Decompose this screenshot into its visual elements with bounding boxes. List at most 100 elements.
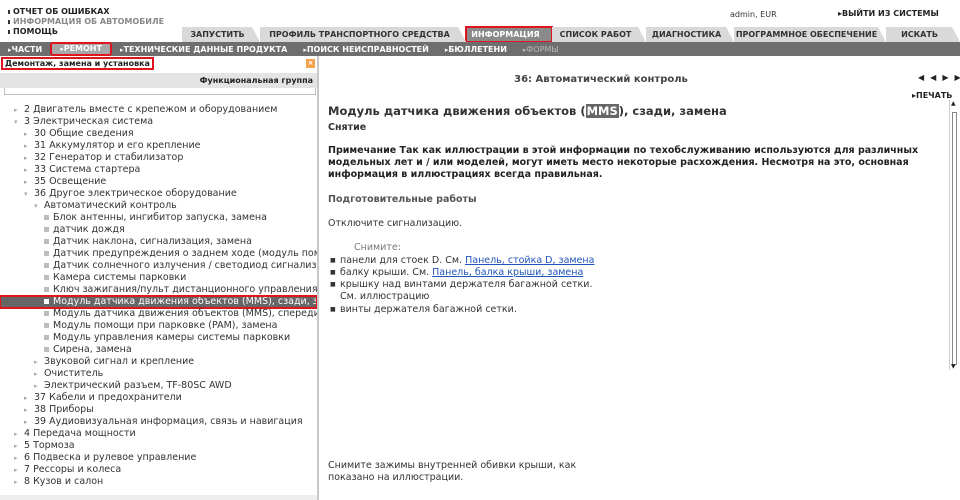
content-panel: 36: Автоматический контроль Модуль датчи… (321, 56, 947, 500)
tree-node[interactable]: ▸ 39 Аудиовизуальная информация, связь и … (0, 416, 317, 428)
expand-icon[interactable]: ▸ (24, 128, 32, 140)
tree-leaf[interactable]: Ключ зажигания/пульт дистанционного упра… (0, 284, 317, 296)
tree-leaf[interactable]: Датчик предупреждения о заднем ходе (мод… (0, 248, 317, 260)
tree-leaf-selected[interactable]: Модуль датчика движения объектов (MMS), … (0, 295, 317, 309)
tree-node[interactable]: ▸ 33 Система стартера (0, 164, 317, 176)
tree-leaf[interactable]: Модуль помощи при парковке (PAM), замена (0, 320, 317, 332)
document-icon (44, 335, 49, 340)
scroll-up-icon[interactable]: ▲ (951, 100, 956, 107)
tree-node[interactable]: ▾ Автоматический контроль (0, 200, 317, 212)
document-icon (44, 239, 49, 244)
tree-node[interactable]: ▸ Очиститель (0, 368, 317, 380)
expand-icon[interactable]: ▸ (34, 356, 42, 368)
list-item: панели для стоек D. См. Панель, стойка D… (328, 255, 943, 267)
vehicle-info-link[interactable]: ИНФОРМАЦИЯ ОБ АВТОМОБИЛЕ (8, 17, 164, 27)
tree-leaf[interactable]: Блок антенны, ингибитор запуска, замена (0, 212, 317, 224)
subnav-bulletins[interactable]: БЮЛЛЕТЕНИ (437, 45, 515, 54)
tree-leaf[interactable]: Сирена, замена (0, 344, 317, 356)
next-icon[interactable]: ▶▶ (942, 73, 960, 82)
tree-node[interactable]: ▾ 36 Другое электрическое оборудование (0, 188, 317, 200)
bottom-instruction: Снимите зажимы внутренней обивки крыши, … (328, 460, 577, 483)
link-roof-beam-panel[interactable]: Панель, балка крыши, замена (432, 267, 583, 278)
tree-node[interactable]: ▸ Электрический разъем, TF-80SC AWD (0, 380, 317, 392)
tab-information[interactable]: ИНФОРМАЦИЯ (465, 26, 553, 43)
prep-title: Подготовительные работы (328, 194, 477, 205)
group-select-box[interactable] (4, 88, 316, 95)
document-icon (44, 299, 49, 304)
expand-icon[interactable]: ▸ (34, 380, 42, 392)
tree-node[interactable]: ▸ 6 Подвеска и рулевое управление (0, 452, 317, 464)
tab-vehicle-profile[interactable]: ПРОФИЛЬ ТРАНСПОРТНОГО СРЕДСТВА (260, 27, 466, 42)
tab-job-list[interactable]: СПИСОК РАБОТ (552, 27, 646, 42)
tree-node[interactable]: ▸ 30 Общие сведения (0, 128, 317, 140)
expand-icon[interactable]: ▸ (14, 476, 22, 488)
subnav-troubleshooting[interactable]: ПОИСК НЕИСПРАВНОСТЕЙ (295, 45, 436, 54)
tree-leaf[interactable]: датчик дождя (0, 224, 317, 236)
collapse-icon[interactable]: ▾ (14, 116, 22, 128)
prev-icon[interactable]: ◀◀ (918, 73, 942, 82)
expand-icon[interactable]: ▸ (24, 176, 32, 188)
tree-node[interactable]: ▸ 5 Тормоза (0, 440, 317, 452)
logout-link[interactable]: ВЫЙТИ ИЗ СИСТЕМЫ (838, 9, 939, 18)
document-body: Модуль датчика движения объектов (MMS), … (328, 104, 943, 483)
document-icon (44, 227, 49, 232)
tree-node[interactable]: ▸ 32 Генератор и стабилизатор (0, 152, 317, 164)
expand-icon[interactable]: ▸ (24, 140, 32, 152)
document-icon (44, 275, 49, 280)
tree-node[interactable]: ▸ 7 Рессоры и колеса (0, 464, 317, 476)
expand-icon[interactable]: ▸ (24, 416, 32, 428)
tab-search[interactable]: ИСКАТЬ (886, 27, 960, 42)
close-icon[interactable]: × (306, 59, 315, 68)
expand-icon[interactable]: ▸ (14, 452, 22, 464)
document-title: Модуль датчика движения объектов (MMS), … (328, 104, 727, 118)
collapse-icon[interactable]: ▾ (24, 188, 32, 200)
tab-start[interactable]: ЗАПУСТИТЬ (182, 27, 260, 42)
list-item: винты держателя багажной сетки. (328, 304, 943, 316)
subnav-forms[interactable]: ФОРМЫ (515, 45, 566, 54)
remove-label: Снимите: (354, 242, 401, 253)
expand-icon[interactable]: ▸ (24, 152, 32, 164)
note-text: Примечание Так как иллюстрации в этой ин… (328, 145, 919, 180)
tree-node[interactable]: ▸ 38 Приборы (0, 404, 317, 416)
collapse-icon[interactable]: ▾ (34, 200, 42, 212)
see-illustration: См. иллюстрацию (340, 291, 430, 302)
tree-leaf[interactable]: Модуль датчика движения объектов (MMS), … (0, 308, 317, 320)
expand-icon[interactable]: ▸ (14, 440, 22, 452)
link-pillar-d-panel[interactable]: Панель, стойка D, замена (465, 255, 594, 266)
error-report-link[interactable]: ОТЧЕТ ОБ ОШИБКАХ (8, 7, 164, 17)
tree-node[interactable]: ▸ Звуковой сигнал и крепление (0, 356, 317, 368)
expand-icon[interactable]: ▸ (24, 164, 32, 176)
document-icon (44, 287, 49, 292)
tree-node[interactable]: ▸ 2 Двигатель вместе с крепежом и оборудо… (0, 104, 317, 116)
vertical-scrollbar[interactable]: ▲ ▼ (949, 100, 958, 370)
main-tabs: ЗАПУСТИТЬ ПРОФИЛЬ ТРАНСПОРТНОГО СРЕДСТВА… (182, 26, 960, 43)
tree-leaf[interactable]: Датчик наклона, сигнализация, замена (0, 236, 317, 248)
document-icon (44, 347, 49, 352)
expand-icon[interactable]: ▸ (24, 404, 32, 416)
tab-diagnostics[interactable]: ДИАГНОСТИКА (646, 27, 734, 42)
print-button[interactable]: ПЕЧАТЬ (912, 91, 952, 100)
tree-node[interactable]: ▸ 31 Аккумулятор и его крепление (0, 140, 317, 152)
section-title: 36: Автоматический контроль (514, 74, 688, 85)
subnav-parts[interactable]: ЧАСТИ (0, 45, 50, 54)
subnav-tech-data[interactable]: ТЕХНИЧЕСКИЕ ДАННЫЕ ПРОДУКТА (112, 45, 295, 54)
help-link[interactable]: ПОМОЩЬ (8, 27, 164, 37)
tree-node[interactable]: ▸ 37 Кабели и предохранители (0, 392, 317, 404)
tree-node[interactable]: ▾ 3 Электрическая система (0, 116, 317, 128)
expand-icon[interactable]: ▸ (14, 428, 22, 440)
tree-node[interactable]: ▸ 8 Кузов и салон (0, 476, 317, 488)
expand-icon[interactable]: ▸ (24, 392, 32, 404)
scroll-thumb[interactable] (952, 112, 957, 365)
scroll-down-icon[interactable]: ▼ (951, 363, 956, 370)
expand-icon[interactable]: ▸ (14, 104, 22, 116)
tree-leaf[interactable]: Датчик солнечного излучения / светодиод … (0, 260, 317, 272)
tab-software[interactable]: ПРОГРАММНОЕ ОБЕСПЕЧЕНИЕ (734, 27, 886, 42)
tree-node[interactable]: ▸ 4 Передача мощности (0, 428, 317, 440)
horizontal-scrollbar[interactable] (0, 495, 317, 500)
subnav-repair[interactable]: РЕМОНТ (50, 42, 112, 56)
tree-leaf[interactable]: Камера системы парковки (0, 272, 317, 284)
tree-leaf[interactable]: Модуль управления камеры системы парковк… (0, 332, 317, 344)
tree-node[interactable]: ▸ 35 Освещение (0, 176, 317, 188)
expand-icon[interactable]: ▸ (14, 464, 22, 476)
expand-icon[interactable]: ▸ (34, 368, 42, 380)
